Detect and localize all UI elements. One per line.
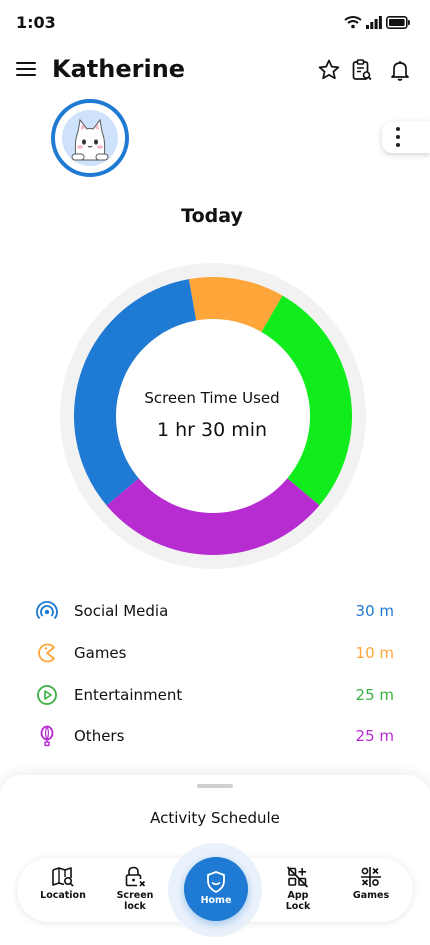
legend-label: Others xyxy=(74,727,125,745)
legend-value: 25 m xyxy=(355,727,394,745)
nav-app-lock[interactable]: App Lock xyxy=(268,866,328,918)
signal-icon xyxy=(366,16,382,29)
cat-avatar-image xyxy=(62,110,118,166)
screen-time-value: 1 hr 30 min xyxy=(156,419,268,441)
today-heading: Today xyxy=(181,205,243,227)
status-icons xyxy=(344,15,410,29)
lock-x-icon xyxy=(125,866,146,887)
report-button[interactable] xyxy=(350,58,374,82)
screen-time-label: Screen Time Used xyxy=(144,389,280,407)
radar-icon xyxy=(36,600,58,620)
battery-icon xyxy=(386,15,410,29)
sheet-drag-handle[interactable] xyxy=(197,784,233,788)
shield-icon xyxy=(207,871,225,893)
menu-button[interactable] xyxy=(16,58,36,80)
legend-value: 25 m xyxy=(355,686,394,704)
legend-label: Social Media xyxy=(74,602,169,620)
map-search-icon xyxy=(52,867,74,887)
nav-games[interactable]: Games xyxy=(341,866,401,918)
nav-screen-lock-label-1: Screen xyxy=(116,890,154,901)
donut-svg xyxy=(60,263,366,569)
clipboard-search-icon xyxy=(352,59,372,81)
legend-label: Entertainment xyxy=(74,686,183,704)
tic-tac-toe-icon xyxy=(361,867,381,887)
balloon-icon xyxy=(40,725,54,747)
legend-value: 30 m xyxy=(355,602,394,620)
activity-schedule-title[interactable]: Activity Schedule xyxy=(0,809,430,827)
nav-app-lock-label-1: App xyxy=(287,890,309,901)
legend-item-social-media[interactable]: Social Media 30 m xyxy=(36,598,396,624)
star-icon xyxy=(318,59,340,80)
pacman-icon xyxy=(38,643,55,663)
status-time: 1:03 xyxy=(16,13,56,32)
favorite-button[interactable] xyxy=(317,58,341,82)
screen-time-donut-chart xyxy=(60,263,366,569)
donut-hole xyxy=(116,319,310,513)
more-options-button[interactable] xyxy=(382,121,430,153)
nav-app-lock-label-2: Lock xyxy=(285,901,311,912)
notifications-button[interactable] xyxy=(388,58,412,82)
legend-item-others[interactable]: Others 25 m xyxy=(36,723,396,749)
page-title: Katherine xyxy=(52,55,186,83)
legend-item-entertainment[interactable]: Entertainment 25 m xyxy=(36,682,396,708)
play-icon xyxy=(37,685,57,705)
nav-screen-lock[interactable]: Screen lock xyxy=(105,866,165,918)
nav-screen-lock-label-2: lock xyxy=(124,901,146,912)
nav-location-label: Location xyxy=(40,890,86,901)
nav-home-label: Home xyxy=(200,895,232,906)
app-lock-icon xyxy=(286,866,309,888)
legend-value: 10 m xyxy=(355,644,394,662)
legend-label: Games xyxy=(74,644,127,662)
nav-location[interactable]: Location xyxy=(33,866,93,918)
avatar[interactable] xyxy=(51,99,129,177)
nav-games-label: Games xyxy=(352,890,390,901)
nav-home-button[interactable]: Home xyxy=(184,857,248,921)
wifi-icon xyxy=(344,16,362,29)
cat-icon xyxy=(71,118,109,161)
bell-icon xyxy=(391,61,409,81)
legend-item-games[interactable]: Games 10 m xyxy=(36,640,396,666)
